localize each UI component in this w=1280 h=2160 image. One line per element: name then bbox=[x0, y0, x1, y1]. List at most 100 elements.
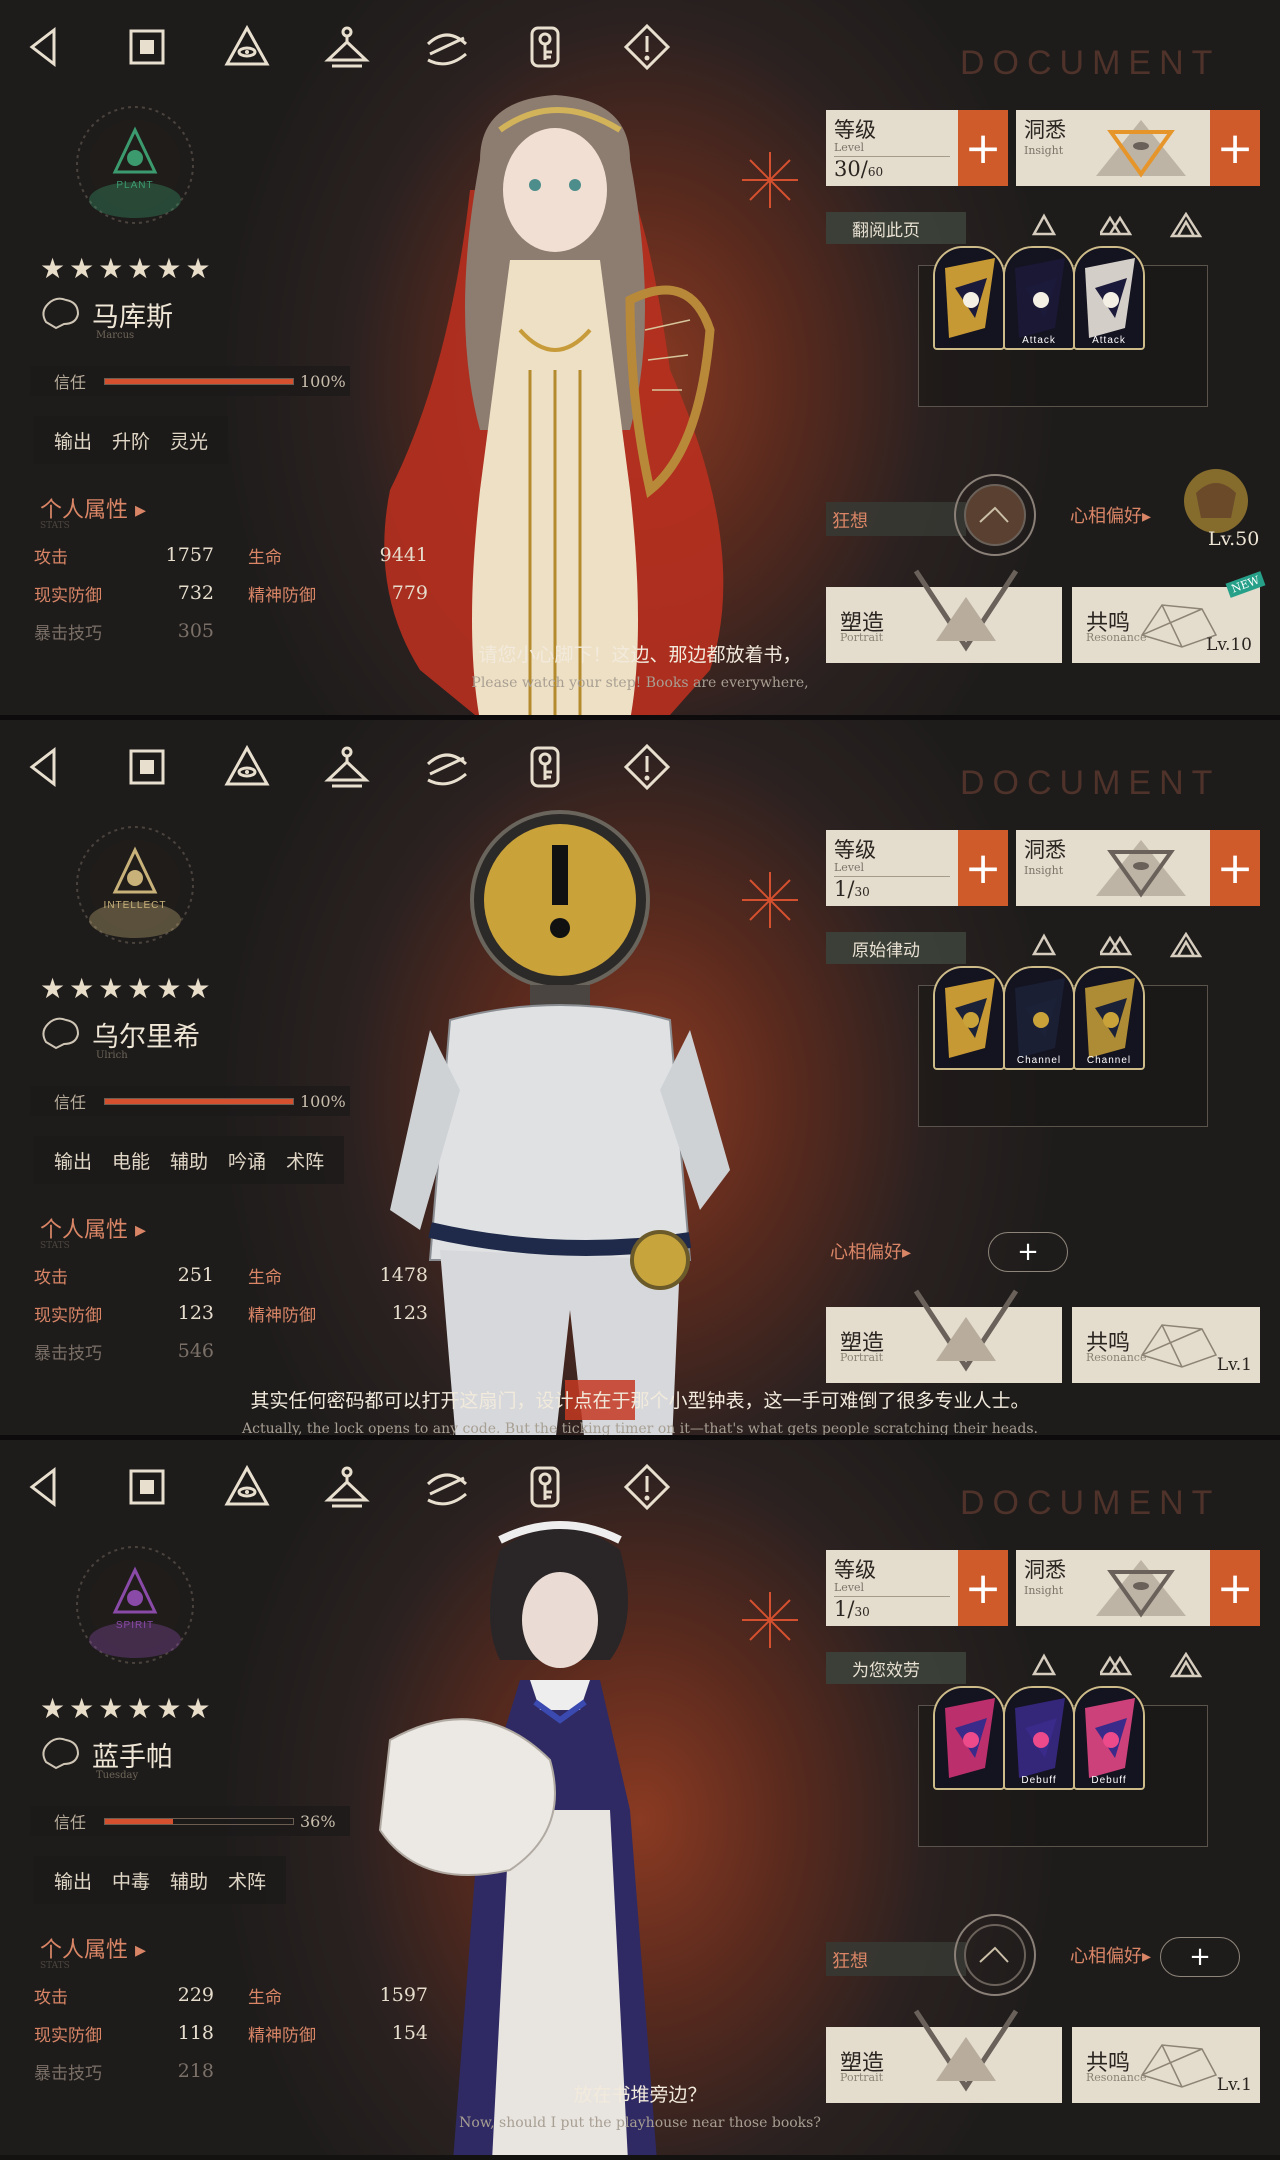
portrait-icon bbox=[913, 1289, 1019, 1372]
level-up-button[interactable]: + bbox=[958, 1550, 1008, 1626]
attributes-header[interactable]: 个人属性 ▸ STATS bbox=[40, 1932, 146, 1971]
back-icon[interactable] bbox=[22, 742, 72, 792]
key-icon[interactable] bbox=[522, 1462, 572, 1512]
tier-3-icon[interactable] bbox=[1169, 1651, 1203, 1682]
pref-label[interactable]: 心相偏好▸ bbox=[1070, 502, 1151, 528]
attributes-header[interactable]: 个人属性 ▸ STATS bbox=[40, 1212, 146, 1251]
role-tag: 输出 bbox=[54, 1150, 93, 1173]
eye-triangle-icon[interactable] bbox=[222, 1462, 272, 1512]
insight-up-button[interactable]: + bbox=[1210, 1550, 1260, 1626]
eye-triangle-icon[interactable] bbox=[222, 22, 272, 72]
tier-2-icon[interactable] bbox=[1097, 932, 1133, 962]
level-panel: 等级 Level 30/60 + bbox=[826, 110, 1008, 186]
back-icon[interactable] bbox=[22, 1462, 72, 1512]
plus-icon: + bbox=[1216, 1562, 1254, 1614]
stats-row: 攻击 251 生命 1478 bbox=[34, 1256, 444, 1294]
rarity-stars: ★★★★★★ bbox=[40, 972, 215, 1005]
character-name-en: Ulrich bbox=[96, 1050, 128, 1061]
alert-icon[interactable] bbox=[622, 1462, 672, 1512]
tier-1-icon[interactable] bbox=[1030, 212, 1062, 242]
card-type-label: Attack bbox=[1022, 335, 1056, 346]
role-tags: 输出 升阶 灵光 bbox=[34, 416, 229, 464]
home-icon[interactable] bbox=[122, 742, 172, 792]
skill-card[interactable]: Attack bbox=[1073, 246, 1145, 350]
pref-label[interactable]: 心相偏好▸ bbox=[1070, 1942, 1151, 1968]
tier-2-icon[interactable] bbox=[1097, 212, 1133, 242]
subtitle-en: Now, should I put the playhouse near tho… bbox=[459, 2115, 821, 2131]
stat-hp-value: 1478 bbox=[379, 1264, 428, 1286]
stat-atk-value: 251 bbox=[177, 1264, 214, 1286]
tier-2-icon[interactable] bbox=[1097, 1652, 1133, 1682]
pref-label[interactable]: 心相偏好▸ bbox=[830, 1238, 911, 1264]
insight-triangle-icon bbox=[1096, 840, 1186, 898]
card-type-label: Channel bbox=[1016, 1055, 1062, 1066]
add-preference-button[interactable]: + bbox=[988, 1232, 1068, 1272]
pattern-icon[interactable] bbox=[422, 742, 472, 792]
wardrobe-icon[interactable] bbox=[322, 22, 372, 72]
stat-atk-label: 攻击 bbox=[34, 1267, 68, 1288]
insight-up-button[interactable]: + bbox=[1210, 830, 1260, 906]
stat-mdef-value: 154 bbox=[391, 2022, 428, 2044]
level-up-button[interactable]: + bbox=[958, 830, 1008, 906]
skill-name[interactable]: 原始律动 bbox=[826, 932, 966, 964]
level-value: 1/30 bbox=[834, 876, 950, 901]
trust-percent: 100% bbox=[300, 1091, 346, 1111]
eye-triangle-icon[interactable] bbox=[222, 742, 272, 792]
skill-name[interactable]: 翻阅此页 bbox=[826, 212, 966, 244]
skill-card[interactable]: Channel bbox=[1073, 966, 1145, 1070]
tier-1-icon[interactable] bbox=[1030, 1652, 1062, 1682]
stat-rdef-label: 现实防御 bbox=[34, 2025, 102, 2046]
level-up-button[interactable]: + bbox=[958, 110, 1008, 186]
skill-card[interactable]: Debuff bbox=[1073, 1686, 1145, 1790]
psychube-slot[interactable] bbox=[950, 1910, 1040, 2000]
insight-panel: 洞悉 Insight + bbox=[1016, 1550, 1260, 1626]
stat-rdef-value: 123 bbox=[177, 1302, 214, 1324]
skill-card[interactable]: Attack bbox=[1003, 246, 1075, 350]
level-label-en: Level bbox=[834, 141, 865, 154]
role-tag: 电能 bbox=[112, 1150, 151, 1173]
skill-name[interactable]: 为您效劳 bbox=[826, 1652, 966, 1684]
pattern-icon[interactable] bbox=[422, 1462, 472, 1512]
trust-fill bbox=[105, 378, 293, 384]
role-tag: 辅助 bbox=[170, 1870, 209, 1893]
skill-card[interactable] bbox=[933, 966, 1005, 1070]
insight-up-button[interactable]: + bbox=[1210, 110, 1260, 186]
skill-card[interactable] bbox=[933, 246, 1005, 350]
wardrobe-icon[interactable] bbox=[322, 742, 372, 792]
portrait-button[interactable]: 塑造 Portrait bbox=[826, 1289, 1062, 1383]
skill-card[interactable]: Debuff bbox=[1003, 1686, 1075, 1790]
tier-3-icon[interactable] bbox=[1169, 931, 1203, 962]
skill-card[interactable] bbox=[933, 1686, 1005, 1790]
back-icon[interactable] bbox=[22, 22, 72, 72]
insight-triangle-icon bbox=[1096, 1560, 1186, 1618]
alert-icon[interactable] bbox=[622, 22, 672, 72]
key-icon[interactable] bbox=[522, 742, 572, 792]
resonance-button[interactable]: 共鸣 Resonance Lv.1 bbox=[1072, 1307, 1260, 1383]
psychube-label: 狂想 bbox=[826, 1942, 966, 1976]
attributes-label: 个人属性 ▸ bbox=[40, 1938, 147, 1963]
psychube-slot[interactable] bbox=[950, 470, 1040, 560]
level-max: 30 bbox=[854, 885, 870, 899]
wardrobe-icon[interactable] bbox=[322, 1462, 372, 1512]
pattern-icon[interactable] bbox=[422, 22, 472, 72]
skill-tier-selector bbox=[1030, 1651, 1203, 1682]
skill-card[interactable]: Channel bbox=[1003, 966, 1075, 1070]
level-current: 1 bbox=[834, 877, 848, 901]
home-icon[interactable] bbox=[122, 22, 172, 72]
card-type-label: Debuff bbox=[1021, 1775, 1057, 1786]
character-name: 蓝手帕 bbox=[92, 1741, 173, 1773]
level-panel: 等级 Level 1/30 + bbox=[826, 1550, 1008, 1626]
resonance-icon bbox=[1140, 1324, 1218, 1368]
home-icon[interactable] bbox=[122, 1462, 172, 1512]
add-preference-button[interactable]: + bbox=[1160, 1937, 1240, 1977]
level-value: 30/60 bbox=[834, 156, 950, 181]
tier-3-icon[interactable] bbox=[1169, 211, 1203, 242]
attributes-header[interactable]: 个人属性 ▸ STATS bbox=[40, 492, 146, 531]
role-tag: 灵光 bbox=[170, 430, 209, 453]
afflatus-emblem: SPIRIT bbox=[70, 1540, 200, 1670]
tier-1-icon[interactable] bbox=[1030, 932, 1062, 962]
afflatus-label: INTELLECT bbox=[103, 900, 167, 911]
plus-icon: + bbox=[1189, 1942, 1211, 1972]
alert-icon[interactable] bbox=[622, 742, 672, 792]
key-icon[interactable] bbox=[522, 22, 572, 72]
